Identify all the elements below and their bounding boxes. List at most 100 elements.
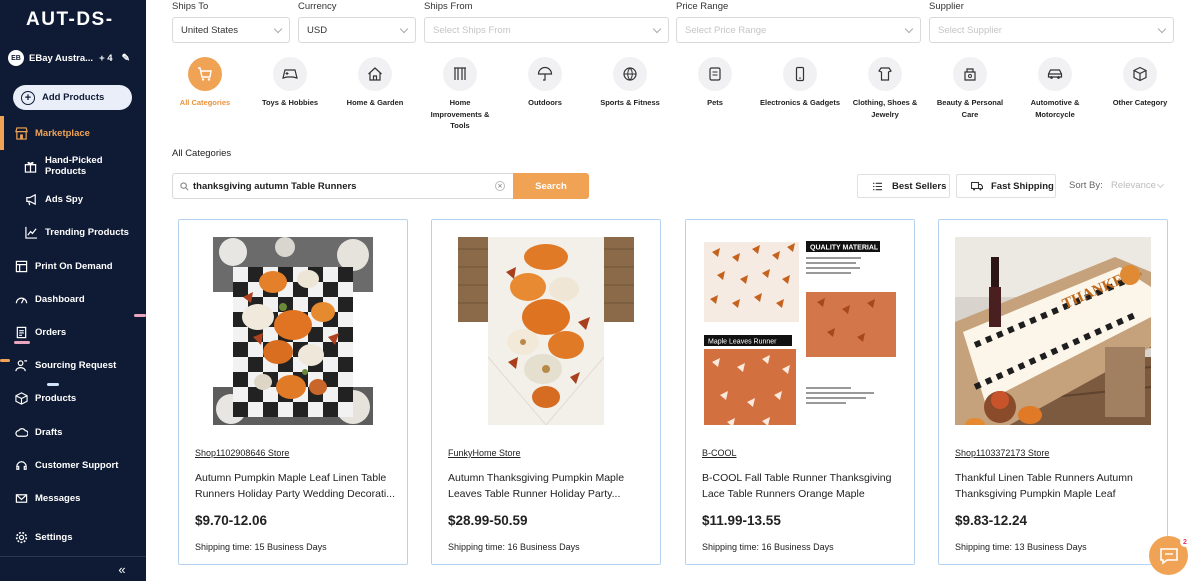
sidebar-item-orders[interactable]: Orders — [0, 321, 146, 343]
sidebar-item-label: Sourcing Request — [35, 359, 117, 371]
store-icon — [14, 126, 28, 140]
category-beauty[interactable]: Beauty & Personal Care — [929, 57, 1011, 120]
sidebar-item-customer-support[interactable]: Customer Support — [0, 454, 146, 476]
sidebar-item-label: Orders — [35, 326, 67, 338]
fast-shipping-button[interactable]: Fast Shipping — [956, 174, 1056, 198]
category-other[interactable]: Other Category — [1099, 57, 1181, 109]
sidebar-item-trending[interactable]: Trending Products — [0, 221, 146, 243]
product-title[interactable]: Thankful Linen Table Runners Autumn Than… — [955, 470, 1155, 502]
supplier-select[interactable]: Select Supplier — [929, 17, 1174, 43]
search-button[interactable]: Search — [513, 173, 589, 199]
product-image[interactable] — [458, 237, 634, 425]
megaphone-icon — [24, 192, 38, 206]
search-input[interactable]: thanksgiving autumn Table Runners ✕ — [172, 173, 513, 199]
store-name: EBay Austra... — [29, 52, 94, 64]
supplier-placeholder: Select Supplier — [938, 24, 1002, 36]
product-card[interactable]: THANKFUL Shop1103372173 Store Thankful L… — [938, 219, 1168, 565]
product-card[interactable]: QUALITY MATERIAL Maple Leaves Runner B-C… — [685, 219, 915, 565]
sort-select[interactable]: Relevance — [1111, 180, 1156, 191]
best-sellers-label: Best Sellers — [892, 180, 947, 192]
product-store-link[interactable]: B-COOL — [702, 448, 737, 458]
chat-button[interactable]: 2 — [1149, 536, 1190, 575]
sidebar-item-sourcing-request[interactable]: Sourcing Request — [0, 354, 146, 376]
category-home-garden[interactable]: Home & Garden — [334, 57, 416, 109]
product-store-link[interactable]: Shop1102908646 Store — [195, 448, 289, 458]
collapse-sidebar-button[interactable]: « — [0, 556, 146, 581]
product-store-link[interactable]: Shop1103372173 Store — [955, 448, 1049, 458]
sidebar-item-messages[interactable]: Messages — [0, 487, 146, 509]
currency-label: Currency — [298, 1, 337, 12]
orders-icon — [14, 325, 28, 339]
category-electronics[interactable]: Electronics & Gadgets — [759, 57, 841, 109]
sidebar-item-hand-picked[interactable]: Hand-Picked Products — [0, 155, 146, 177]
sidebar-item-settings[interactable]: Settings — [0, 526, 146, 548]
chevron-down-icon — [273, 24, 283, 34]
store-badge: EB — [8, 50, 24, 66]
store-selector[interactable]: EB EBay Austra... + 4 ✎ — [8, 50, 138, 66]
sidebar-item-products[interactable]: Products — [0, 387, 146, 409]
product-title[interactable]: Autumn Thanksgiving Pumpkin Maple Leaves… — [448, 470, 648, 502]
category-label: All Categories — [179, 98, 231, 107]
category-label: Electronics & Gadgets — [759, 98, 841, 107]
ships-from-select[interactable]: Select Ships From — [424, 17, 669, 43]
sidebar-item-ads-spy[interactable]: Ads Spy — [0, 188, 146, 210]
category-home-improvements[interactable]: Home Improvements & Tools — [419, 57, 501, 132]
currency-select[interactable]: USD — [298, 17, 416, 43]
product-title[interactable]: Autumn Pumpkin Maple Leaf Linen Table Ru… — [195, 470, 395, 502]
category-label: Automotive & Motorcycle — [1030, 98, 1080, 119]
chevron-down-icon — [399, 24, 409, 34]
sidebar: AUT-DS- EB EBay Austra... + 4 ✎ + Add Pr… — [0, 0, 146, 581]
plus-icon: + — [21, 90, 35, 105]
category-label: Beauty & Personal Care — [936, 98, 1004, 119]
category-sports-fitness[interactable]: Sports & Fitness — [589, 57, 671, 109]
chat-badge: 2 — [1180, 537, 1190, 547]
ships-to-select[interactable]: United States — [172, 17, 290, 43]
product-image[interactable]: THANKFUL — [955, 237, 1151, 425]
pencil-icon[interactable]: ✎ — [122, 53, 130, 64]
product-title[interactable]: B-COOL Fall Table Runner Thanksgiving La… — [702, 470, 902, 502]
clear-search-icon[interactable]: ✕ — [495, 181, 505, 191]
category-label: Sports & Fitness — [600, 98, 660, 107]
product-image[interactable] — [213, 237, 373, 425]
gear-icon — [14, 530, 28, 544]
gauge-icon — [14, 292, 28, 306]
shirt-icon — [868, 57, 902, 91]
double-chevron-left-icon: « — [118, 561, 126, 577]
umbrella-icon — [528, 57, 562, 91]
add-products-label: Add Products — [42, 92, 105, 103]
beauty-icon — [953, 57, 987, 91]
category-pets[interactable]: Pets — [674, 57, 756, 109]
sidebar-item-print-on-demand[interactable]: Print On Demand — [0, 255, 146, 277]
product-store-link[interactable]: FunkyHome Store — [448, 448, 521, 458]
sidebar-item-label: Products — [35, 392, 77, 404]
gift-icon — [24, 159, 38, 173]
chevron-down-icon — [1157, 24, 1167, 34]
sidebar-item-label: Settings — [35, 531, 73, 543]
product-image[interactable]: QUALITY MATERIAL Maple Leaves Runner — [702, 237, 902, 425]
product-card[interactable]: FunkyHome Store Autumn Thanksgiving Pump… — [431, 219, 661, 565]
category-clothing[interactable]: Clothing, Shoes & Jewelry — [844, 57, 926, 120]
sidebar-item-dashboard[interactable]: Dashboard — [0, 288, 146, 310]
currency-value: USD — [307, 24, 328, 36]
product-card[interactable]: Shop1102908646 Store Autumn Pumpkin Mapl… — [178, 219, 408, 565]
support-icon — [14, 458, 28, 472]
app-logo[interactable]: AUT-DS- — [26, 9, 114, 31]
add-products-button[interactable]: + Add Products — [13, 85, 132, 110]
category-automotive[interactable]: Automotive & Motorcycle — [1014, 57, 1096, 120]
sidebar-item-label: Hand-Picked Products — [44, 155, 103, 177]
sidebar-item-label: Messages — [35, 492, 81, 504]
list-icon — [873, 182, 882, 191]
cube-icon — [1123, 57, 1157, 91]
sidebar-marker — [0, 359, 10, 362]
category-toys-hobbies[interactable]: Toys & Hobbies — [249, 57, 331, 109]
sidebar-item-drafts[interactable]: Drafts — [0, 421, 146, 443]
category-all[interactable]: All Categories — [164, 57, 246, 109]
sidebar-item-label: Trending Products — [45, 226, 129, 238]
best-sellers-button[interactable]: Best Sellers — [857, 174, 950, 198]
gamepad-icon — [273, 57, 307, 91]
category-label: Toys & Hobbies — [261, 98, 319, 107]
category-outdoors[interactable]: Outdoors — [504, 57, 586, 109]
sort-by-label: Sort By: — [1069, 180, 1103, 191]
sidebar-item-marketplace[interactable]: Marketplace — [0, 116, 146, 150]
price-range-select[interactable]: Select Price Range — [676, 17, 921, 43]
